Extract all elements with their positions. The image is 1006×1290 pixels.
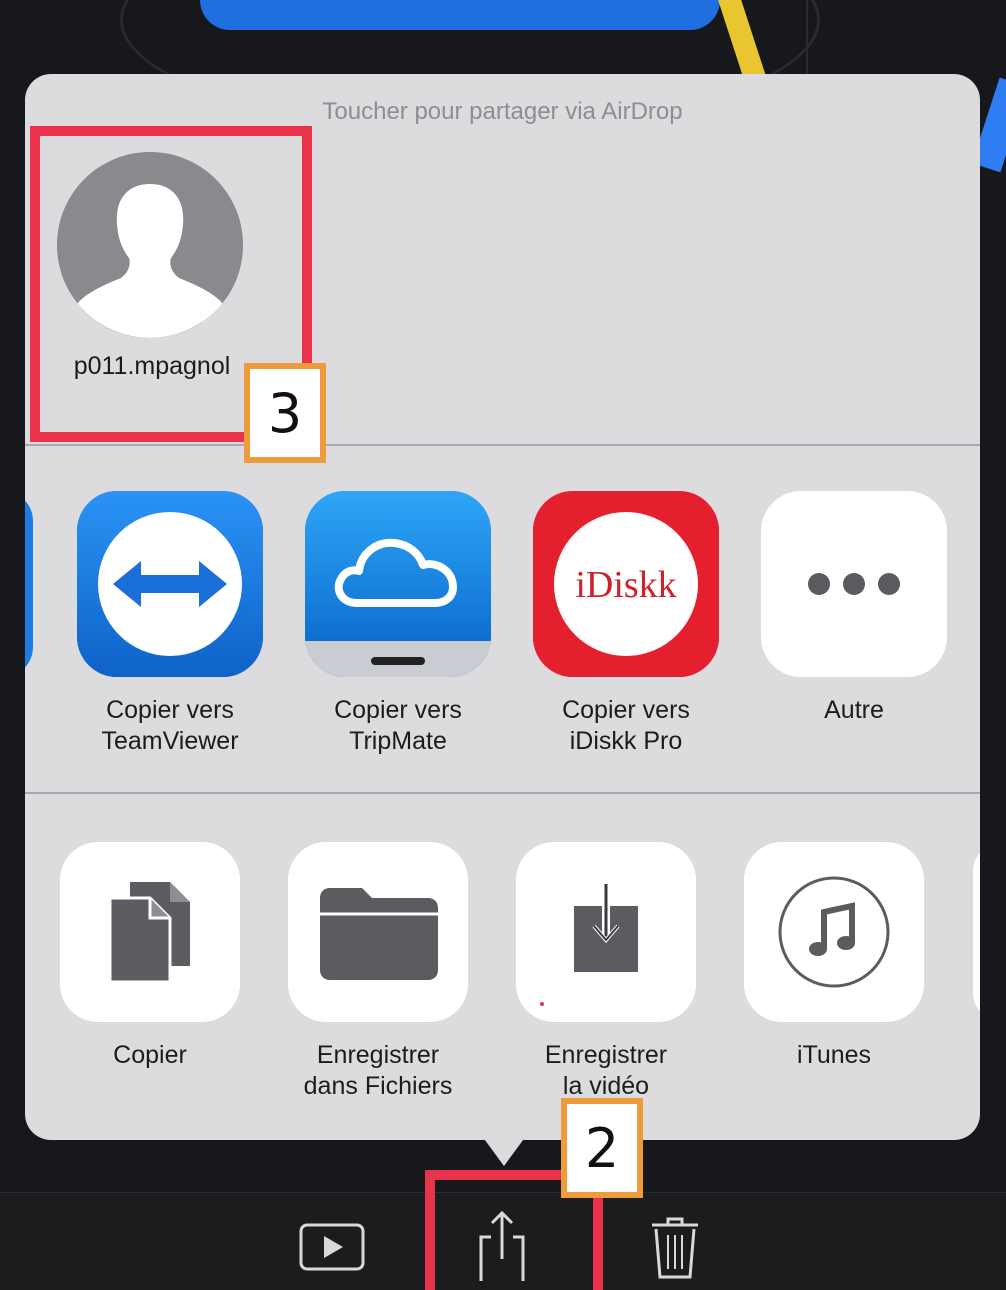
action-label: Copier — [113, 1041, 187, 1069]
action-label: Enregistrer la vidéo — [544, 1041, 668, 1100]
airdrop-title: Toucher pour partager via AirDrop — [322, 98, 683, 125]
app-label: Copier vers iDiskk Pro — [562, 696, 690, 755]
step-badge-3: 3 — [244, 363, 326, 463]
app-idiskk[interactable]: iDiskk Copier vers iDiskk Pro — [516, 491, 736, 757]
folder-icon — [288, 842, 468, 1022]
background-shape — [200, 0, 720, 30]
more-icon — [761, 491, 947, 677]
background-shape — [806, 0, 808, 80]
partial-app-icon[interactable] — [25, 491, 33, 677]
partial-action-icon[interactable] — [973, 842, 980, 1022]
play-icon — [299, 1223, 365, 1271]
idiskk-icon: iDiskk — [533, 491, 719, 677]
action-copy[interactable]: Copier — [40, 842, 260, 1071]
action-itunes[interactable]: iTunes — [724, 842, 944, 1071]
trash-icon — [652, 1217, 698, 1279]
tripmate-icon — [305, 491, 491, 677]
itunes-icon — [744, 842, 924, 1022]
app-label: Autre — [824, 696, 884, 724]
app-more[interactable]: Autre — [744, 491, 964, 726]
idiskk-logo-text: iDiskk — [575, 564, 677, 606]
teamviewer-icon — [77, 491, 263, 677]
play-button[interactable] — [297, 1211, 367, 1281]
action-label: iTunes — [796, 1041, 872, 1069]
trash-button[interactable] — [640, 1211, 710, 1281]
copy-icon — [60, 842, 240, 1022]
step-badge-2: 2 — [561, 1098, 643, 1198]
save-video-icon — [516, 842, 696, 1022]
app-tripmate[interactable]: Copier vers TripMate — [288, 491, 508, 757]
app-label: Copier vers TeamViewer — [101, 696, 239, 755]
apps-row: Copier vers TeamViewer Copier vers TripM… — [25, 446, 980, 792]
sheet-pointer — [482, 1136, 526, 1166]
app-teamviewer[interactable]: Copier vers TeamViewer — [60, 491, 280, 757]
action-save-video[interactable]: Enregistrer la vidéo — [496, 842, 716, 1102]
action-save-files[interactable]: Enregistrer dans Fichiers — [268, 842, 488, 1102]
actions-row: Copier Enregistrer dans Fichiers Enregis… — [25, 794, 980, 1140]
action-label: Enregistrer dans Fichiers — [303, 1041, 453, 1100]
app-label: Copier vers TripMate — [334, 696, 462, 755]
